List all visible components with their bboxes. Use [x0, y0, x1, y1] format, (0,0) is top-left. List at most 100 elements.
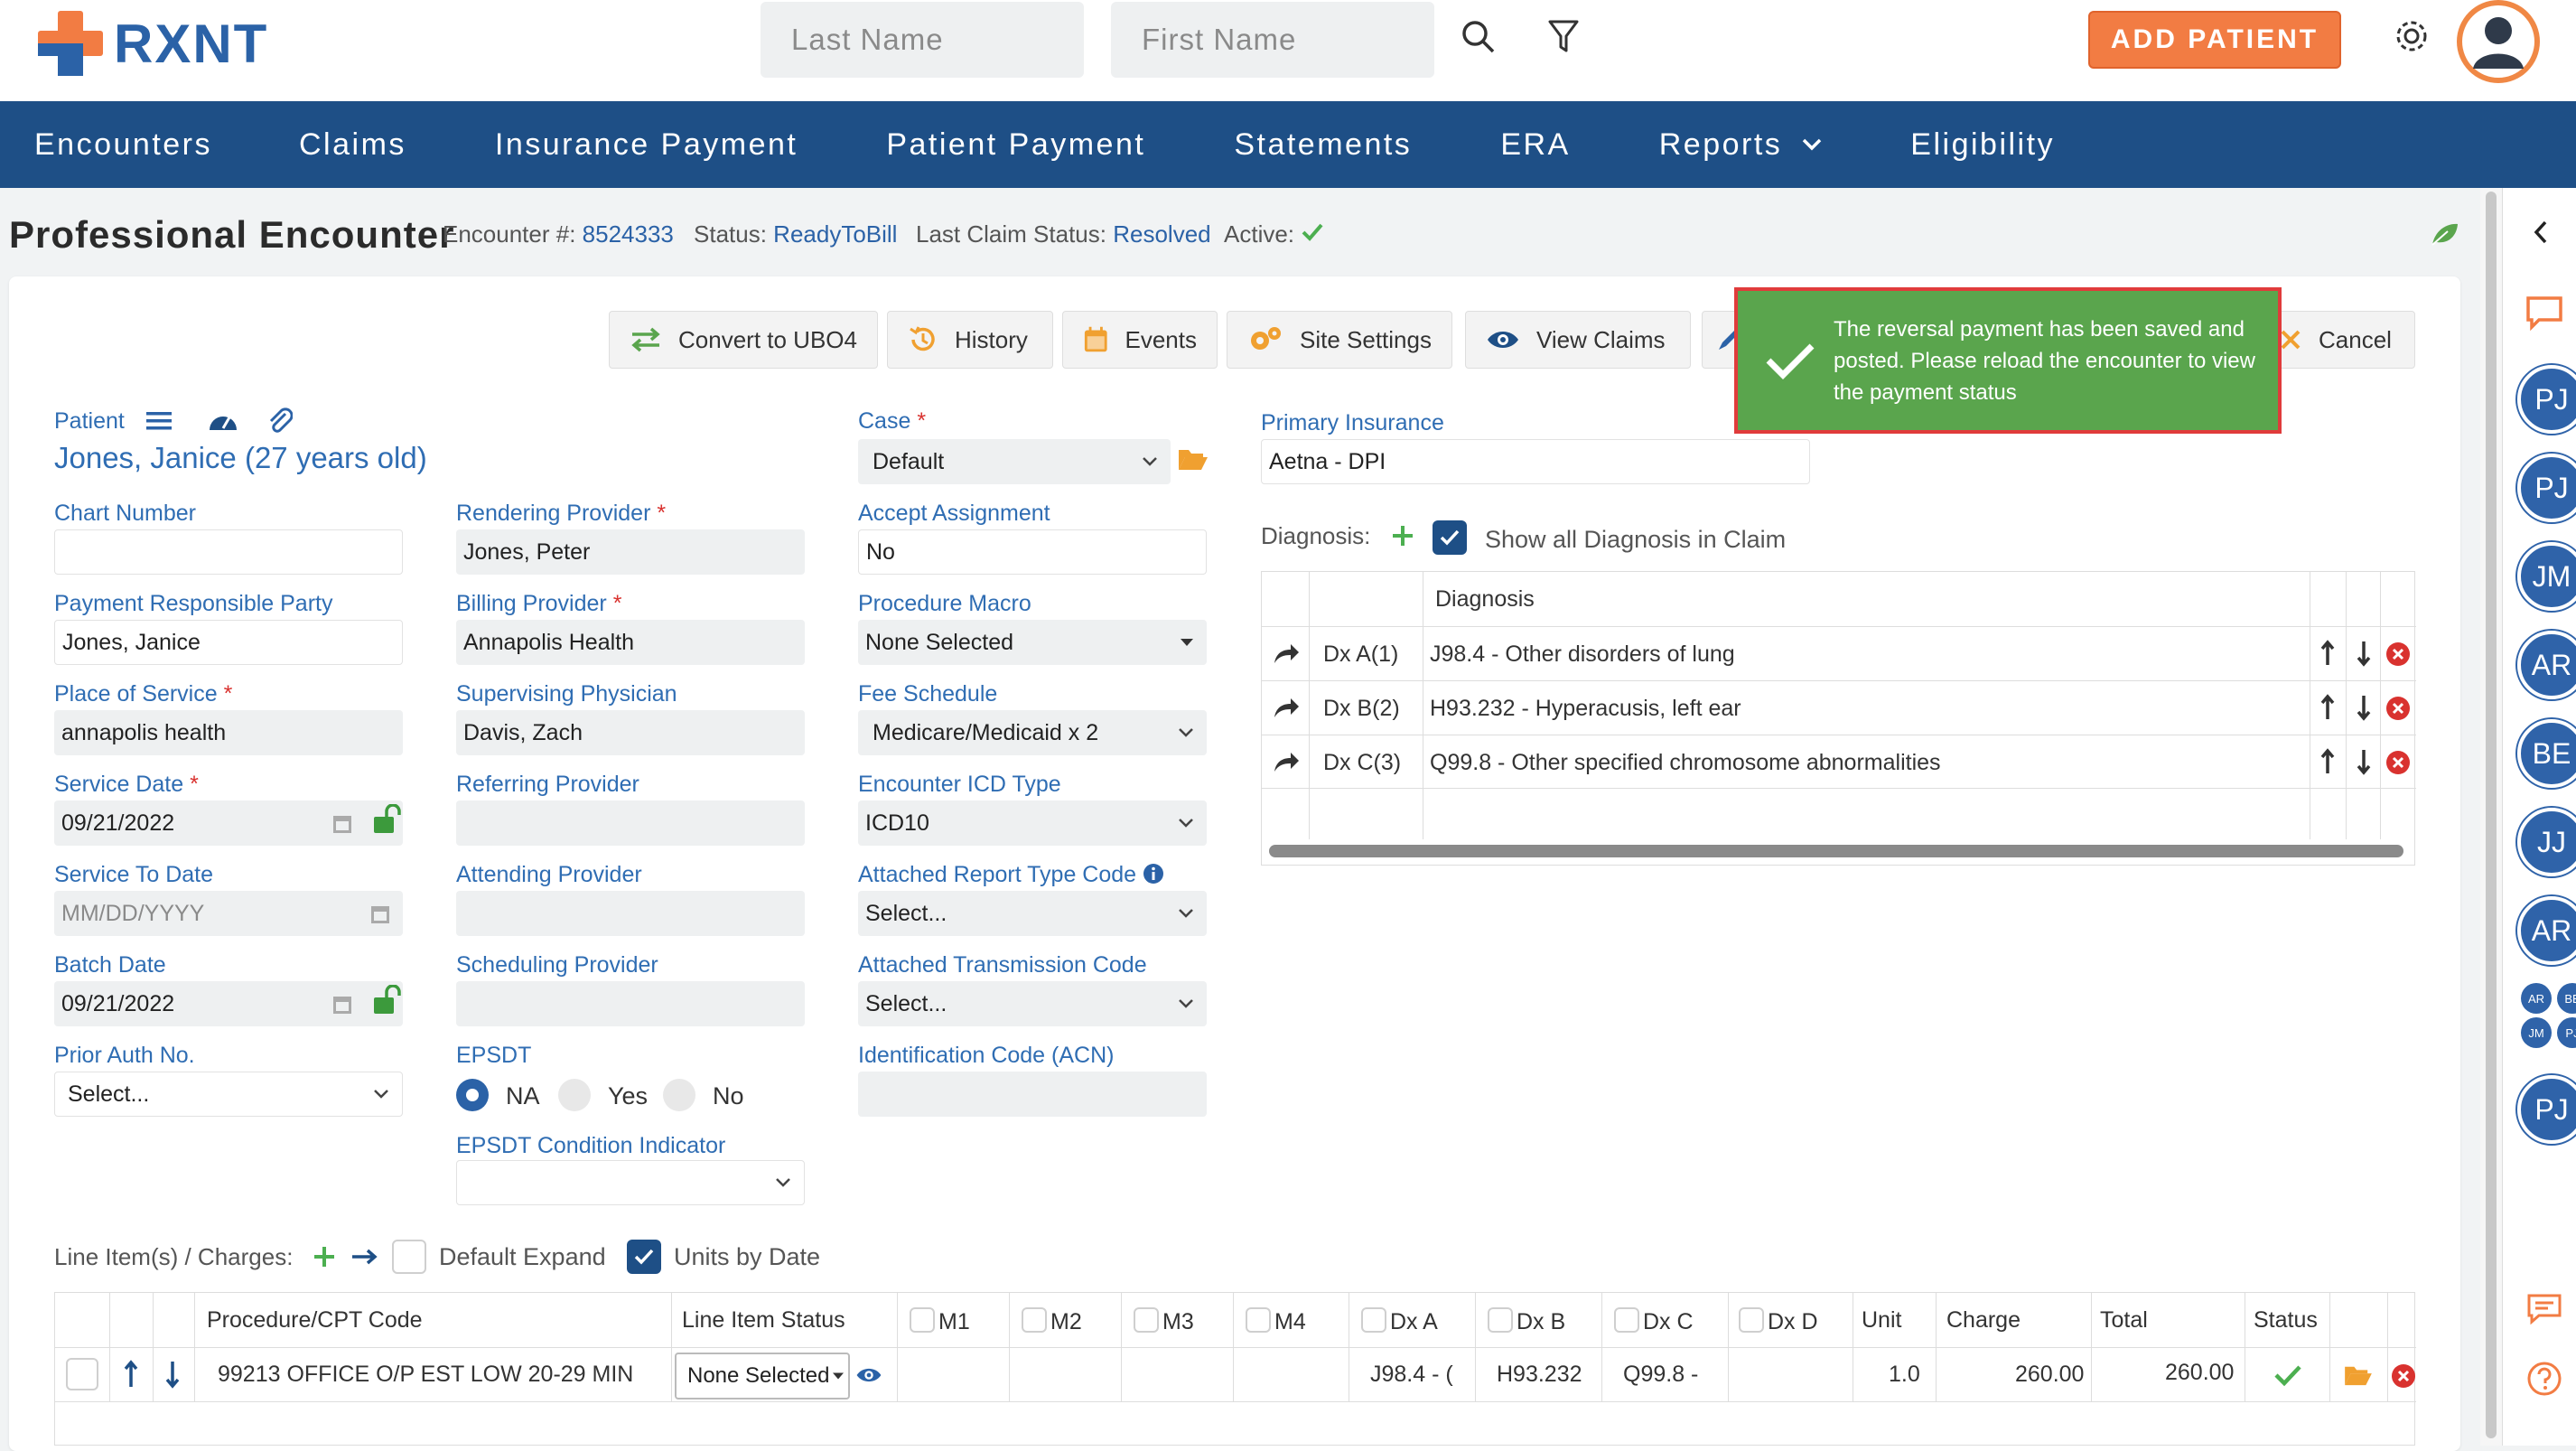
- rail-avatar[interactable]: AR: [2517, 631, 2576, 699]
- first-name-search-input[interactable]: [1111, 2, 1434, 78]
- default-expand-checkbox[interactable]: [392, 1240, 426, 1274]
- m2-checkbox[interactable]: [1022, 1307, 1047, 1333]
- calendar-icon[interactable]: [332, 993, 352, 1015]
- line-item-dx-b[interactable]: H93.232: [1497, 1362, 1596, 1388]
- accept-assignment-field[interactable]: No: [858, 529, 1207, 575]
- epsdt-no-radio[interactable]: [663, 1079, 695, 1111]
- share-arrow-icon[interactable]: [1273, 750, 1300, 773]
- folder-open-icon[interactable]: [1178, 446, 1209, 472]
- unlock-icon[interactable]: [372, 804, 403, 835]
- rail-group-avatar[interactable]: JM: [2521, 1017, 2552, 1048]
- arrow-right-icon[interactable]: [350, 1249, 378, 1265]
- folder-open-icon[interactable]: [2344, 1363, 2373, 1387]
- rail-avatar[interactable]: PJ: [2517, 454, 2576, 522]
- case-select[interactable]: Default: [858, 439, 1171, 484]
- share-arrow-icon[interactable]: [1273, 641, 1300, 665]
- report-type-code-select[interactable]: Select...: [858, 891, 1207, 936]
- nav-eligibility[interactable]: Eligibility: [1910, 101, 2055, 188]
- batch-date-field[interactable]: 09/21/2022: [54, 981, 403, 1026]
- line-item-charge[interactable]: 260.00: [2015, 1362, 2084, 1388]
- paperclip-icon[interactable]: [267, 407, 293, 435]
- user-avatar[interactable]: [2457, 0, 2540, 83]
- line-item-dx-c[interactable]: Q99.8 -: [1623, 1362, 1722, 1388]
- diagnosis-table-scrollbar[interactable]: [1269, 845, 2403, 857]
- acn-field[interactable]: [858, 1072, 1207, 1117]
- rail-group-avatar[interactable]: PJ: [2557, 1017, 2576, 1048]
- chart-number-field[interactable]: [54, 529, 403, 575]
- info-icon[interactable]: [1143, 863, 1164, 885]
- rail-avatar[interactable]: PJ: [2517, 365, 2576, 434]
- dxd-checkbox[interactable]: [1739, 1307, 1764, 1333]
- line-item-dx-a[interactable]: J98.4 - (: [1370, 1362, 1470, 1388]
- supervising-physician-field[interactable]: Davis, Zach: [456, 710, 805, 755]
- nav-reports[interactable]: Reports: [1659, 101, 1823, 188]
- add-patient-button[interactable]: ADD PATIENT: [2088, 11, 2341, 69]
- site-settings-button[interactable]: Site Settings: [1227, 311, 1452, 369]
- rail-avatar[interactable]: BE: [2517, 719, 2576, 788]
- arrow-down-icon[interactable]: [2357, 748, 2371, 775]
- rendering-provider-field[interactable]: Jones, Peter: [456, 529, 805, 575]
- view-claims-button[interactable]: View Claims: [1465, 311, 1691, 369]
- page-scrollbar[interactable]: [2480, 188, 2502, 1446]
- history-button[interactable]: History: [887, 311, 1053, 369]
- rail-avatar[interactable]: JM: [2517, 542, 2576, 611]
- plus-icon[interactable]: [1391, 524, 1414, 548]
- events-button[interactable]: Events: [1062, 311, 1218, 369]
- remove-icon[interactable]: [2385, 750, 2411, 775]
- calendar-icon[interactable]: [370, 903, 390, 924]
- remove-icon[interactable]: [2391, 1363, 2416, 1389]
- remove-icon[interactable]: [2385, 641, 2411, 667]
- epsdt-condition-select[interactable]: [456, 1160, 805, 1205]
- dashboard-icon[interactable]: [208, 408, 238, 434]
- share-arrow-icon[interactable]: [1273, 696, 1300, 719]
- referring-provider-field[interactable]: [456, 800, 805, 846]
- prior-auth-select[interactable]: Select...: [54, 1072, 403, 1117]
- arrow-up-icon[interactable]: [2320, 748, 2335, 775]
- arrow-up-icon[interactable]: [2320, 694, 2335, 721]
- filter-icon[interactable]: [1541, 14, 1586, 60]
- attending-provider-field[interactable]: [456, 891, 805, 936]
- chat-icon[interactable]: [2525, 293, 2564, 332]
- help-icon[interactable]: [2526, 1361, 2562, 1397]
- m3-checkbox[interactable]: [1134, 1307, 1159, 1333]
- scrollbar-thumb[interactable]: [2486, 192, 2497, 1438]
- nav-insurance-payment[interactable]: Insurance Payment: [495, 101, 798, 188]
- rail-group-avatar[interactable]: BE: [2557, 983, 2576, 1014]
- line-item-select-checkbox[interactable]: [66, 1358, 98, 1390]
- arrow-down-icon[interactable]: [165, 1360, 180, 1389]
- service-to-date-field[interactable]: MM/DD/YYYY: [54, 891, 403, 936]
- chevron-left-icon[interactable]: [2534, 220, 2548, 244]
- unlock-icon[interactable]: [372, 985, 403, 1016]
- procedure-macro-select[interactable]: None Selected: [858, 620, 1207, 665]
- epsdt-na-radio[interactable]: [456, 1079, 489, 1111]
- service-date-field[interactable]: 09/21/2022: [54, 800, 403, 846]
- billing-provider-field[interactable]: Annapolis Health: [456, 620, 805, 665]
- search-icon[interactable]: [1456, 14, 1501, 60]
- gear-icon[interactable]: [2388, 13, 2435, 60]
- epsdt-yes-radio[interactable]: [558, 1079, 591, 1111]
- rxnt-logo[interactable]: RXNT: [34, 7, 268, 80]
- rail-avatar[interactable]: PJ: [2517, 1075, 2576, 1144]
- rail-group-avatar[interactable]: AR: [2521, 983, 2552, 1014]
- rail-avatar[interactable]: JJ: [2517, 808, 2576, 876]
- line-item-unit[interactable]: 1.0: [1889, 1362, 1920, 1388]
- fee-schedule-select[interactable]: Medicare/Medicaid x 2: [858, 710, 1207, 755]
- rail-avatar[interactable]: AR: [2517, 896, 2576, 965]
- place-of-service-field[interactable]: annapolis health: [54, 710, 403, 755]
- transmission-code-select[interactable]: Select...: [858, 981, 1207, 1026]
- remove-icon[interactable]: [2385, 696, 2411, 721]
- line-item-status-select[interactable]: None Selected: [675, 1353, 850, 1400]
- nav-patient-payment[interactable]: Patient Payment: [886, 101, 1145, 188]
- plus-icon[interactable]: [313, 1245, 336, 1268]
- arrow-up-icon[interactable]: [124, 1360, 138, 1389]
- dxc-checkbox[interactable]: [1614, 1307, 1639, 1333]
- dxb-checkbox[interactable]: [1488, 1307, 1513, 1333]
- primary-insurance-field[interactable]: Aetna - DPI: [1261, 439, 1810, 484]
- success-toast[interactable]: The reversal payment has been saved and …: [1734, 287, 2282, 434]
- last-name-search-input[interactable]: [761, 2, 1084, 78]
- nav-era[interactable]: ERA: [1500, 101, 1570, 188]
- nav-statements[interactable]: Statements: [1234, 101, 1412, 188]
- nav-claims[interactable]: Claims: [299, 101, 406, 188]
- cancel-button[interactable]: Cancel: [2269, 311, 2415, 369]
- arrow-down-icon[interactable]: [2357, 694, 2371, 721]
